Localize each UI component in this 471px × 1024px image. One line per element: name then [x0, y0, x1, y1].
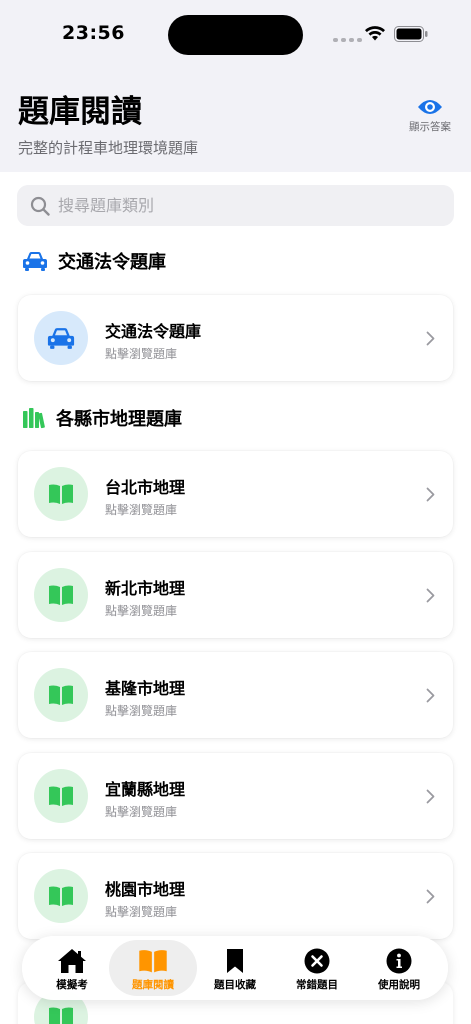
list-item-title: 宜蘭縣地理 — [105, 779, 186, 799]
chevron-right-icon — [426, 889, 435, 904]
tab-label: 使用說明 — [378, 979, 420, 991]
chevron-right-icon — [426, 789, 435, 803]
list-item-subtitle: 點擊瀏覽題庫 — [105, 905, 178, 919]
list-item-subtitle: 點擊瀏覽題庫 — [105, 603, 178, 618]
book-open-icon — [49, 584, 73, 605]
tab-label: 模擬考 — [56, 979, 88, 991]
search-icon — [30, 196, 50, 216]
book-open-icon — [49, 1007, 73, 1024]
books-icon — [23, 408, 45, 429]
eye-icon — [418, 100, 442, 114]
list-item-title: 交通法令題庫 — [105, 322, 202, 341]
section-title: 交通法令題庫 — [58, 252, 166, 273]
status-time: 23:56 — [62, 22, 125, 44]
card-icon-circle — [34, 311, 88, 365]
car-icon — [47, 328, 75, 349]
tab-mock-exam[interactable]: 模擬考 — [28, 940, 116, 996]
tab-instructions[interactable]: 使用說明 — [355, 940, 443, 996]
list-item-city[interactable]: 新北市地理點擊瀏覽題庫 — [18, 551, 453, 638]
battery-icon — [394, 26, 428, 42]
list-item-subtitle: 點擊瀏覽題庫 — [105, 804, 178, 819]
list-item-subtitle: 點擊瀏覽題庫 — [105, 704, 178, 718]
chevron-right-icon — [426, 487, 435, 502]
page-title: 題庫閱讀 — [18, 94, 142, 130]
book-open-icon — [49, 785, 73, 806]
tab-frequent-mistakes[interactable]: 常錯題目 — [273, 940, 361, 996]
list-item-subtitle: 點擊瀏覽題庫 — [105, 347, 178, 361]
wifi-icon — [365, 26, 385, 41]
car-icon — [23, 252, 47, 271]
dynamic-island — [168, 15, 303, 55]
tab-question-bank-reading[interactable]: 題庫閱讀 — [109, 940, 197, 996]
card-icon-circle — [34, 567, 88, 622]
show-answers-button[interactable]: 顯示答案 — [400, 98, 460, 142]
tab-label: 題目收藏 — [214, 979, 256, 991]
bookmark-icon — [227, 949, 243, 973]
chevron-right-icon — [426, 688, 435, 703]
section-header-city-geography: 各縣市地理題庫 — [22, 405, 182, 431]
list-item-city[interactable]: 宜蘭縣地理點擊瀏覽題庫 — [18, 752, 453, 839]
list-item-title: 桃園市地理 — [105, 880, 186, 899]
card-icon-circle — [34, 768, 88, 823]
list-item-title: 基隆市地理 — [105, 679, 186, 698]
tab-bookmarks[interactable]: 題目收藏 — [191, 940, 279, 996]
status-bar: 23:56 — [0, 0, 471, 60]
tab-label: 題庫閱讀 — [132, 979, 174, 991]
chevron-right-icon — [426, 588, 435, 602]
list-item-title: 新北市地理 — [105, 578, 186, 598]
list-item-title: 台北市地理 — [105, 478, 186, 497]
house-icon — [58, 949, 86, 973]
search-input[interactable] — [58, 196, 418, 215]
list-item-subtitle: 點擊瀏覽題庫 — [105, 503, 178, 517]
x-circle-icon — [304, 948, 330, 974]
card-icon-circle — [34, 668, 88, 722]
section-title: 各縣市地理題庫 — [56, 409, 182, 430]
cellular-signal-icon — [333, 38, 362, 42]
info-circle-icon — [386, 948, 412, 974]
page-subtitle: 完整的計程車地理環境題庫 — [18, 139, 199, 157]
list-item-city[interactable]: 台北市地理點擊瀏覽題庫 — [18, 451, 453, 537]
show-answers-label: 顯示答案 — [409, 121, 451, 133]
search-bar[interactable] — [17, 185, 454, 226]
list-item-city[interactable]: 基隆市地理點擊瀏覽題庫 — [18, 652, 453, 738]
book-open-icon — [139, 950, 167, 973]
book-open-icon — [49, 685, 73, 705]
section-header-traffic-law: 交通法令題庫 — [22, 248, 166, 274]
book-open-icon — [49, 886, 73, 906]
card-icon-circle — [34, 467, 88, 521]
book-open-icon — [49, 484, 73, 504]
list-item-traffic-law[interactable]: 交通法令題庫 點擊瀏覽題庫 — [18, 295, 453, 381]
chevron-right-icon — [426, 331, 435, 346]
card-icon-circle — [34, 869, 88, 923]
tab-bar: 模擬考 題庫閱讀 題目收藏 常錯題目 使用說明 — [22, 936, 448, 1000]
tab-label: 常錯題目 — [296, 979, 338, 991]
list-item-city[interactable]: 桃園市地理點擊瀏覽題庫 — [18, 853, 453, 939]
